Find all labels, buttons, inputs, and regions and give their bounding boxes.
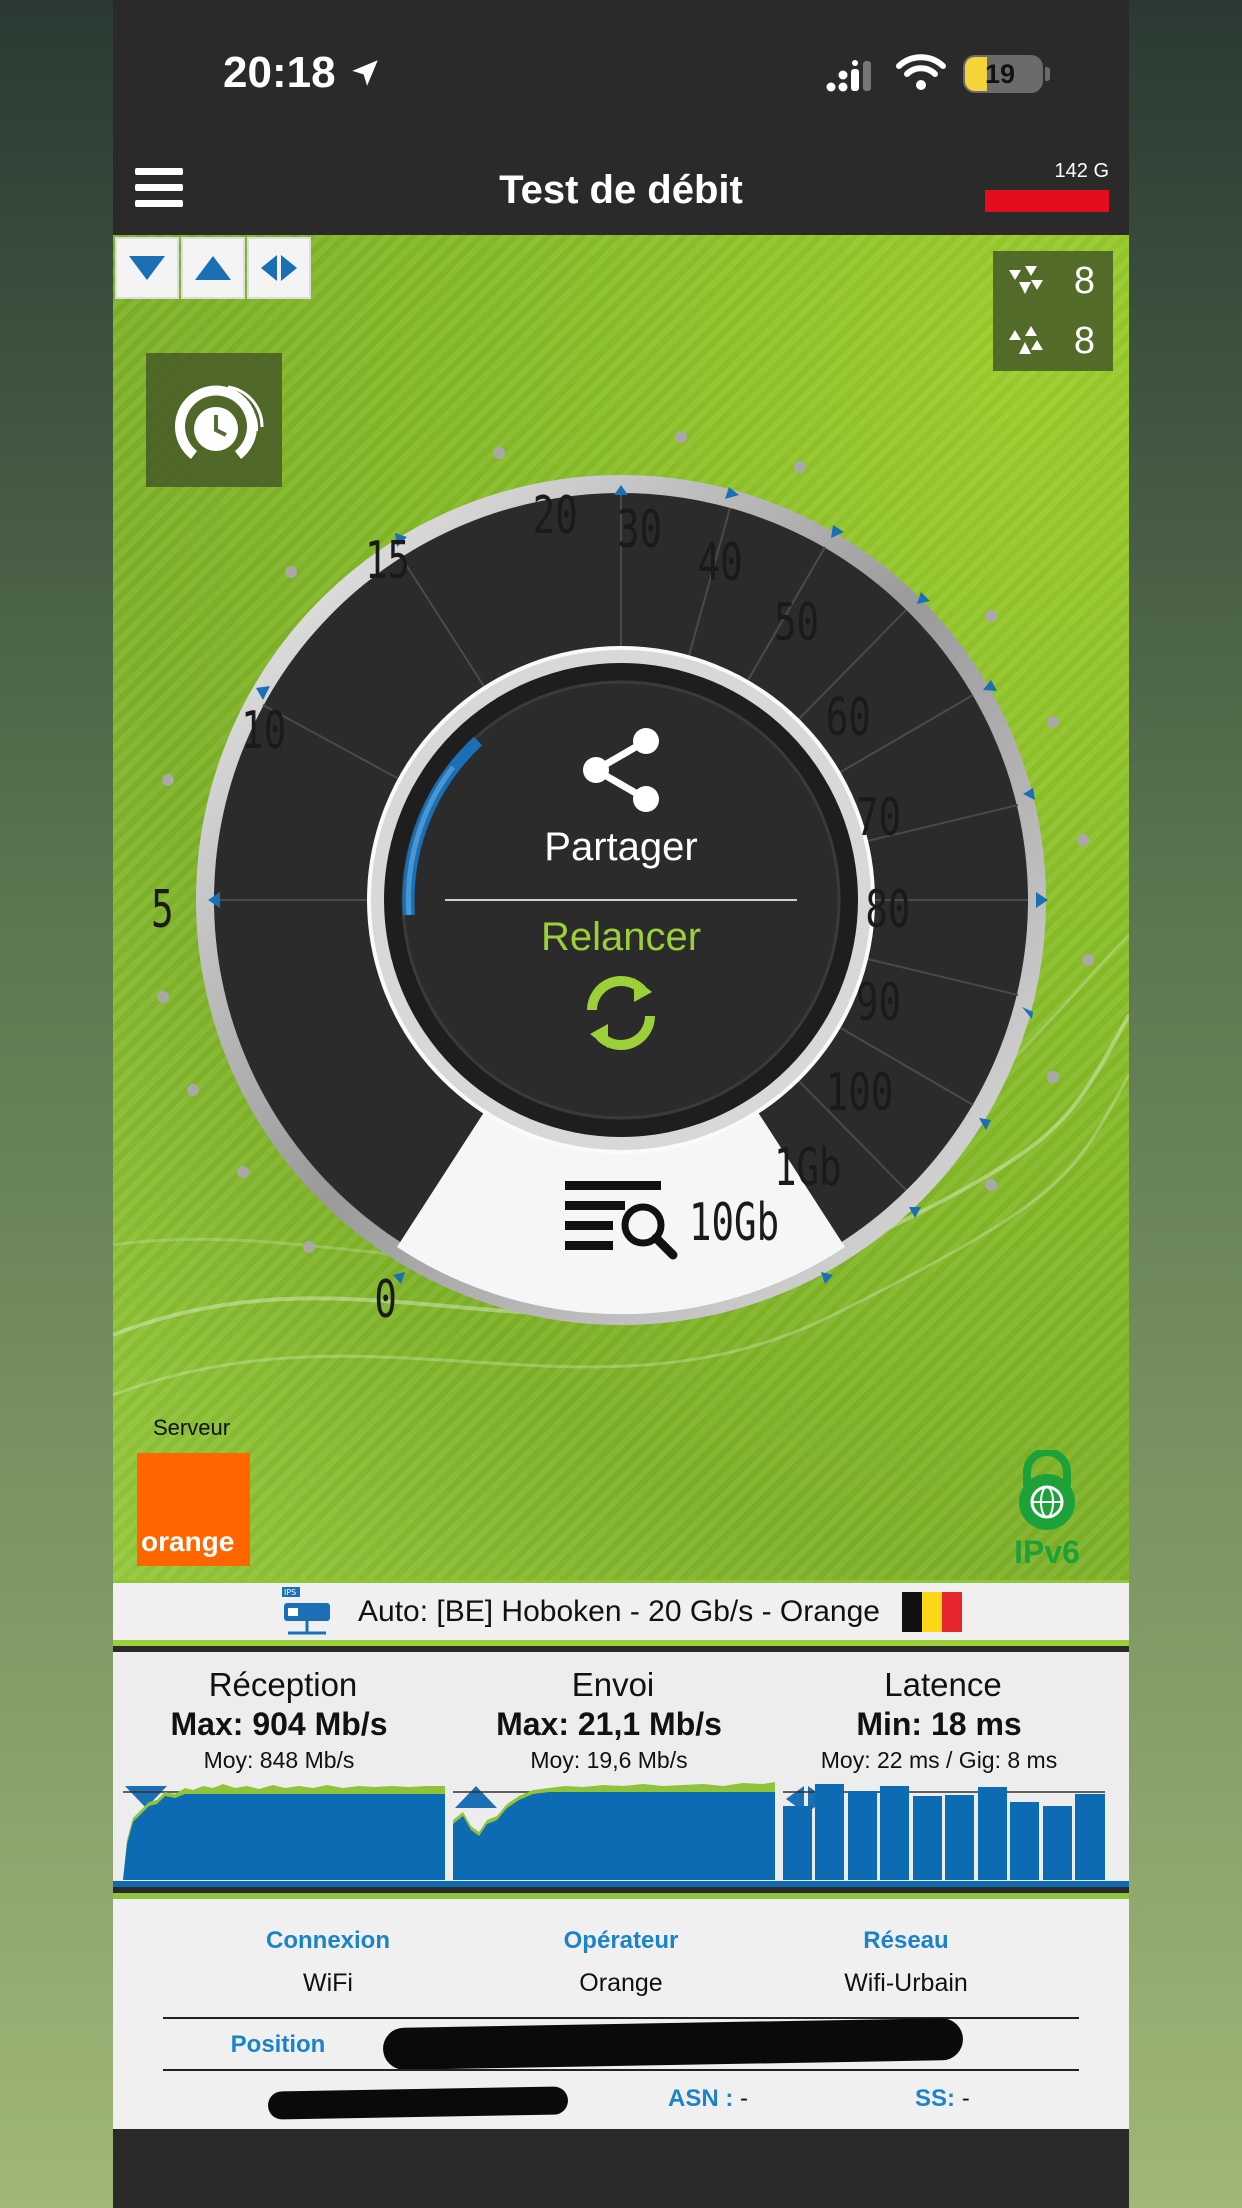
scale-label: 30 bbox=[617, 499, 662, 560]
ss-label: SS: bbox=[915, 2085, 956, 2112]
operator-logo-text: orange bbox=[141, 1526, 235, 1557]
svg-text:IPS: IPS bbox=[284, 1588, 296, 1597]
data-quota-bar bbox=[985, 190, 1109, 212]
restart-label: Relancer bbox=[540, 915, 702, 959]
connection-label: Connexion bbox=[266, 1927, 390, 1954]
latency-min: Min: 18 ms bbox=[856, 1706, 1022, 1742]
belgium-flag-icon bbox=[901, 1591, 962, 1632]
battery-icon: 19 bbox=[963, 55, 1050, 93]
network-label: Réseau bbox=[863, 1927, 949, 1954]
scale-label: 50 bbox=[774, 592, 819, 653]
operator-logo: orange bbox=[137, 1453, 250, 1566]
asn-label: ASN : bbox=[668, 2085, 734, 2112]
restart-button[interactable]: Relancer bbox=[473, 915, 769, 1085]
scale-label: 1Gb bbox=[774, 1137, 842, 1198]
scale-label: 70 bbox=[856, 787, 901, 848]
download-title: Réception bbox=[208, 1666, 358, 1703]
server-name: Auto: [BE] Hoboken - 20 Gb/s - Orange bbox=[358, 1594, 880, 1628]
backdrop-left bbox=[0, 0, 113, 2208]
server-icon: IPS bbox=[282, 1586, 331, 1634]
share-button[interactable]: Partager bbox=[473, 725, 769, 895]
gauge-area: 8 8 5 0 10 15 20 30 40 50 60 70 80 90 10… bbox=[113, 235, 1129, 1580]
download-graph bbox=[123, 1784, 445, 1880]
scale-label: 90 bbox=[856, 972, 901, 1033]
scale-label: 15 bbox=[365, 530, 410, 591]
battery-level: 19 bbox=[984, 59, 1016, 89]
wifi-icon bbox=[896, 54, 946, 90]
operator-label: Opérateur bbox=[563, 1927, 679, 1954]
asn-info: ASN : - bbox=[668, 2085, 748, 2113]
backdrop-right bbox=[1129, 0, 1242, 2208]
scale-label: 40 bbox=[698, 532, 743, 593]
list-search-icon bbox=[565, 1181, 678, 1260]
results-panel: Réception Max: 904 Mb/s Moy: 848 Mb/s En… bbox=[113, 1652, 1129, 1887]
server-label: Serveur bbox=[153, 1415, 231, 1440]
location-arrow-icon bbox=[352, 60, 378, 86]
share-label: Partager bbox=[544, 825, 698, 869]
upload-max: Max: 21,1 Mb/s bbox=[496, 1706, 722, 1742]
latency-title: Latence bbox=[884, 1666, 1002, 1703]
phone-screen: 20:18 19 Test de débit 142 G 8 8 5 0 10 … bbox=[113, 0, 1129, 2208]
ss-value: - bbox=[961, 2085, 970, 2112]
ipv6-badge: IPv6 bbox=[987, 1448, 1107, 1570]
app-bar: Test de débit 142 G bbox=[113, 150, 1129, 235]
scale-label: 100 bbox=[826, 1062, 894, 1123]
status-bar: 20:18 19 bbox=[113, 0, 1129, 150]
refresh-icon bbox=[587, 976, 655, 1050]
data-quota-label: 142 G bbox=[1054, 160, 1109, 182]
divider bbox=[163, 2069, 1079, 2071]
ipv6-lock-icon bbox=[1019, 1448, 1075, 1530]
operator-value: Orange bbox=[579, 1969, 663, 1997]
asn-value: - bbox=[740, 2085, 749, 2112]
scale-label: 80 bbox=[865, 879, 910, 940]
scale-label: 60 bbox=[826, 687, 871, 748]
scale-label: 10 bbox=[241, 700, 286, 761]
upload-result: Envoi Max: 21,1 Mb/s Moy: 19,6 Mb/s bbox=[445, 1652, 775, 1887]
ss-info: SS: - bbox=[915, 2085, 970, 2113]
download-result: Réception Max: 904 Mb/s Moy: 848 Mb/s bbox=[115, 1652, 445, 1887]
upload-graph bbox=[453, 1782, 775, 1880]
cellular-signal-icon bbox=[826, 60, 871, 92]
position-label: Position bbox=[230, 2031, 326, 2058]
status-time: 20:18 bbox=[223, 48, 336, 97]
redaction-mark bbox=[382, 2017, 964, 2071]
upload-title: Envoi bbox=[571, 1666, 655, 1703]
server-selector[interactable]: IPS Auto: [BE] Hoboken - 20 Gb/s - Orang… bbox=[113, 1580, 1129, 1646]
download-max: Max: 904 Mb/s bbox=[170, 1706, 388, 1742]
scale-label: 20 bbox=[533, 485, 578, 546]
connection-info: Connexion WiFi Opérateur Orange Réseau W… bbox=[113, 1899, 1129, 2129]
share-icon bbox=[583, 728, 659, 812]
latency-result: Latence Min: 18 ms Moy: 22 ms / Gig: 8 m… bbox=[775, 1652, 1105, 1887]
scale-label: 10Gb bbox=[689, 1192, 779, 1253]
bottom-bar bbox=[113, 2129, 1129, 2208]
details-button[interactable] bbox=[561, 1175, 681, 1265]
page-title: Test de débit bbox=[499, 168, 743, 212]
ipv6-label: IPv6 bbox=[1014, 1534, 1080, 1570]
redaction-mark bbox=[267, 2086, 569, 2120]
latency-graph bbox=[783, 1784, 1105, 1880]
network-value: Wifi-Urbain bbox=[844, 1969, 968, 1997]
connection-value: WiFi bbox=[303, 1969, 353, 1997]
scale-label: 5 bbox=[151, 879, 174, 940]
speed-gauge: 5 0 10 15 20 30 40 50 60 70 80 90 100 1G… bbox=[151, 431, 1094, 1330]
scale-label: 0 bbox=[374, 1269, 397, 1330]
